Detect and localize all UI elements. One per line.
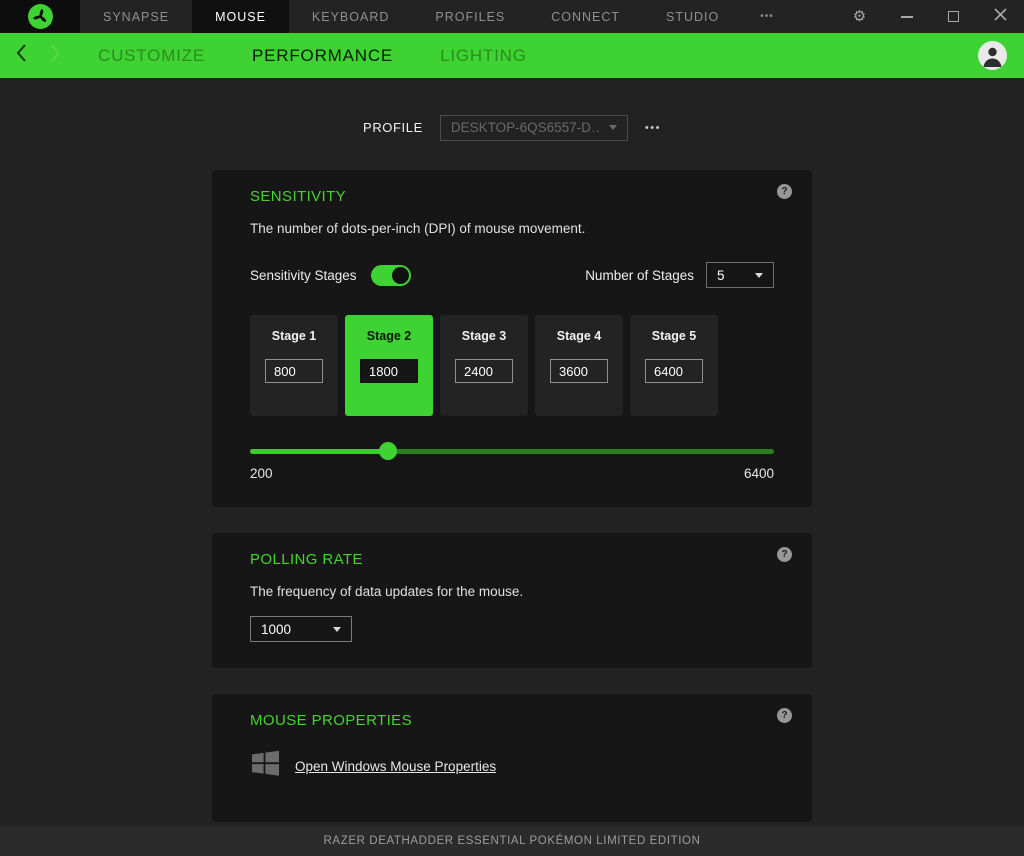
number-of-stages-value: 5 xyxy=(717,267,725,283)
polling-rate-panel: ? POLLING RATE The frequency of data upd… xyxy=(212,533,812,668)
profile-row: PROFILE DESKTOP-6QS6557-D… ••• xyxy=(0,114,1024,141)
stage-cards: Stage 1 Stage 2 Stage 3 Stage 4 Stage 5 xyxy=(250,315,774,416)
slider-min-label: 200 xyxy=(250,466,273,481)
stage-label: Stage 2 xyxy=(366,329,412,343)
stage-label: Stage 1 xyxy=(271,329,317,343)
user-avatar[interactable] xyxy=(978,41,1007,70)
help-icon[interactable]: ? xyxy=(777,708,792,723)
more-tabs-button[interactable]: ••• xyxy=(742,0,792,33)
chevron-right-icon xyxy=(48,42,63,69)
stage-card-2[interactable]: Stage 2 xyxy=(345,315,433,416)
stage-dpi-input[interactable] xyxy=(550,359,608,383)
slider-labels: 200 6400 xyxy=(250,466,774,481)
stage-dpi-input[interactable] xyxy=(645,359,703,383)
sensitivity-stages-label: Sensitivity Stages xyxy=(250,267,357,283)
stage-card-5[interactable]: Stage 5 xyxy=(630,315,718,416)
polling-rate-value: 1000 xyxy=(261,621,292,637)
device-footer: RAZER DEATHADDER ESSENTIAL POKÉMON LIMIT… xyxy=(0,826,1024,856)
subtab-performance[interactable]: PERFORMANCE xyxy=(252,46,393,66)
mouse-properties-panel: ? MOUSE PROPERTIES Open Windows Mouse Pr… xyxy=(212,694,812,822)
stage-card-4[interactable]: Stage 4 xyxy=(535,315,623,416)
chevron-left-icon xyxy=(14,42,29,69)
polling-rate-select[interactable]: 1000 xyxy=(250,616,352,642)
number-of-stages-label: Number of Stages xyxy=(585,267,694,283)
titlebar-tabs: SYNAPSE MOUSE KEYBOARD PROFILES CONNECT … xyxy=(80,0,792,33)
help-icon[interactable]: ? xyxy=(777,547,792,562)
stage-label: Stage 3 xyxy=(461,329,507,343)
stage-card-3[interactable]: Stage 3 xyxy=(440,315,528,416)
stage-dpi-input[interactable] xyxy=(455,359,513,383)
mouse-properties-title: MOUSE PROPERTIES xyxy=(250,712,412,729)
tab-studio[interactable]: STUDIO xyxy=(643,0,742,33)
stage-card-1[interactable]: Stage 1 xyxy=(250,315,338,416)
razer-logo-button[interactable] xyxy=(0,0,80,33)
stages-control-row: Sensitivity Stages Number of Stages 5 xyxy=(250,262,774,288)
subnav: CUSTOMIZE PERFORMANCE LIGHTING xyxy=(0,33,1024,78)
device-name: RAZER DEATHADDER ESSENTIAL POKÉMON LIMIT… xyxy=(323,835,701,847)
sensitivity-stages-toggle[interactable] xyxy=(370,264,411,286)
gear-icon: ⚙ xyxy=(852,7,867,25)
profile-label: PROFILE xyxy=(363,120,423,135)
tab-profiles[interactable]: PROFILES xyxy=(412,0,528,33)
razer-logo-icon xyxy=(27,4,53,29)
tab-keyboard[interactable]: KEYBOARD xyxy=(289,0,412,33)
titlebar: SYNAPSE MOUSE KEYBOARD PROFILES CONNECT … xyxy=(0,0,1024,33)
number-of-stages-select[interactable]: 5 xyxy=(706,262,774,288)
slider-max-label: 6400 xyxy=(743,466,774,481)
stage-label: Stage 5 xyxy=(651,329,697,343)
subtab-lighting[interactable]: LIGHTING xyxy=(440,46,527,66)
stage-dpi-input[interactable] xyxy=(265,359,323,383)
tab-synapse[interactable]: SYNAPSE xyxy=(80,0,192,33)
slider-knob[interactable] xyxy=(379,442,398,460)
polling-rate-description: The frequency of data updates for the mo… xyxy=(250,584,524,599)
settings-button[interactable]: ⚙ xyxy=(836,0,883,33)
windows-mouse-properties-row: Open Windows Mouse Properties xyxy=(250,748,774,784)
window-controls: ⚙ xyxy=(836,0,1024,33)
tab-mouse[interactable]: MOUSE xyxy=(192,0,289,33)
minimize-icon xyxy=(900,15,913,18)
chevron-down-icon xyxy=(608,125,617,130)
sensitivity-description: The number of dots-per-inch (DPI) of mou… xyxy=(250,221,586,236)
open-windows-mouse-properties-link[interactable]: Open Windows Mouse Properties xyxy=(295,759,496,774)
toggle-knob xyxy=(391,266,409,284)
tab-connect[interactable]: CONNECT xyxy=(528,0,643,33)
chevron-down-icon xyxy=(755,272,763,278)
polling-rate-title: POLLING RATE xyxy=(250,551,363,568)
subtab-customize[interactable]: CUSTOMIZE xyxy=(98,46,205,66)
slider-fill xyxy=(250,449,389,454)
subnav-tabs: CUSTOMIZE PERFORMANCE LIGHTING xyxy=(98,46,527,66)
maximize-button[interactable] xyxy=(930,0,977,33)
person-icon xyxy=(983,47,1002,67)
back-button[interactable] xyxy=(8,41,34,71)
number-of-stages-group: Number of Stages 5 xyxy=(585,262,774,288)
minimize-button[interactable] xyxy=(883,0,930,33)
windows-logo-icon xyxy=(250,748,281,784)
help-icon[interactable]: ? xyxy=(777,184,792,199)
sensitivity-title: SENSITIVITY xyxy=(250,188,347,205)
maximize-icon xyxy=(948,11,959,22)
profile-select-value: DESKTOP-6QS6557-D… xyxy=(450,120,601,135)
stage-dpi-input[interactable] xyxy=(360,359,418,383)
forward-button[interactable] xyxy=(42,41,68,71)
close-button[interactable] xyxy=(977,0,1024,33)
dpi-slider[interactable] xyxy=(250,442,774,460)
sensitivity-panel: ? SENSITIVITY The number of dots-per-inc… xyxy=(212,170,812,507)
close-icon xyxy=(994,7,1007,26)
chevron-down-icon xyxy=(333,626,341,632)
profile-menu-button[interactable]: ••• xyxy=(645,122,661,134)
profile-select[interactable]: DESKTOP-6QS6557-D… xyxy=(439,114,628,141)
stage-label: Stage 4 xyxy=(556,329,602,343)
